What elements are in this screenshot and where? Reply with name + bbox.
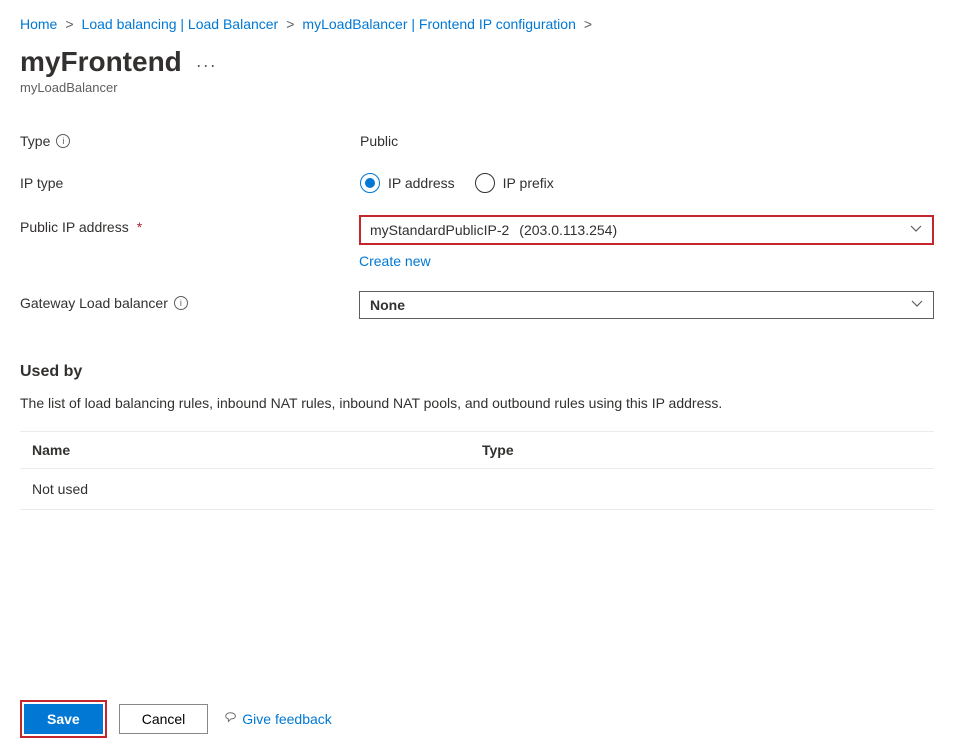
gateway-lb-select[interactable]: None bbox=[359, 291, 934, 319]
page-subtitle: myLoadBalancer bbox=[20, 80, 934, 95]
create-new-link[interactable]: Create new bbox=[359, 253, 431, 269]
save-button[interactable]: Save bbox=[24, 704, 103, 734]
feedback-icon bbox=[224, 711, 238, 728]
chevron-down-icon bbox=[911, 297, 923, 313]
ip-type-radio-group: IP address IP prefix bbox=[360, 171, 934, 193]
radio-unchecked-icon bbox=[475, 173, 495, 193]
used-by-heading: Used by bbox=[20, 363, 934, 381]
ip-prefix-radio-label: IP prefix bbox=[503, 175, 554, 191]
public-ip-select[interactable]: myStandardPublicIP-2 (203.0.113.254) bbox=[359, 215, 934, 245]
footer-actions: Save Cancel Give feedback bbox=[20, 700, 332, 738]
public-ip-select-value: myStandardPublicIP-2 bbox=[370, 222, 509, 238]
ip-address-radio[interactable]: IP address bbox=[360, 173, 455, 193]
column-type-header: Type bbox=[482, 442, 514, 458]
column-name-header: Name bbox=[32, 442, 482, 458]
table-row: Not used bbox=[20, 469, 934, 510]
give-feedback-link[interactable]: Give feedback bbox=[224, 711, 332, 728]
page-title: myFrontend bbox=[20, 46, 182, 78]
info-icon[interactable]: i bbox=[174, 296, 188, 310]
give-feedback-label: Give feedback bbox=[242, 711, 332, 727]
chevron-down-icon bbox=[910, 222, 922, 238]
public-ip-label: Public IP address bbox=[20, 219, 129, 235]
table-cell-name: Not used bbox=[32, 481, 482, 497]
radio-checked-icon bbox=[360, 173, 380, 193]
chevron-right-icon: > bbox=[584, 16, 592, 32]
used-by-description: The list of load balancing rules, inboun… bbox=[20, 395, 934, 411]
breadcrumb-home[interactable]: Home bbox=[20, 16, 57, 32]
chevron-right-icon: > bbox=[65, 16, 73, 32]
save-highlight: Save bbox=[20, 700, 107, 738]
more-icon[interactable]: ··· bbox=[196, 55, 217, 76]
info-icon[interactable]: i bbox=[56, 134, 70, 148]
type-label: Type bbox=[20, 133, 50, 149]
breadcrumb-mylb-frontend[interactable]: myLoadBalancer | Frontend IP configurati… bbox=[302, 16, 575, 32]
breadcrumb-load-balancing[interactable]: Load balancing | Load Balancer bbox=[82, 16, 279, 32]
gateway-lb-label: Gateway Load balancer bbox=[20, 295, 168, 311]
ip-address-radio-label: IP address bbox=[388, 175, 455, 191]
used-by-table-header: Name Type bbox=[20, 431, 934, 469]
breadcrumb: Home > Load balancing | Load Balancer > … bbox=[20, 16, 934, 32]
ip-prefix-radio[interactable]: IP prefix bbox=[475, 173, 554, 193]
required-asterisk: * bbox=[137, 219, 142, 235]
chevron-right-icon: > bbox=[286, 16, 294, 32]
gateway-lb-select-value: None bbox=[370, 297, 405, 313]
public-ip-select-address: (203.0.113.254) bbox=[519, 222, 617, 238]
cancel-button[interactable]: Cancel bbox=[119, 704, 209, 734]
ip-type-label: IP type bbox=[20, 175, 63, 191]
type-value: Public bbox=[360, 129, 934, 149]
